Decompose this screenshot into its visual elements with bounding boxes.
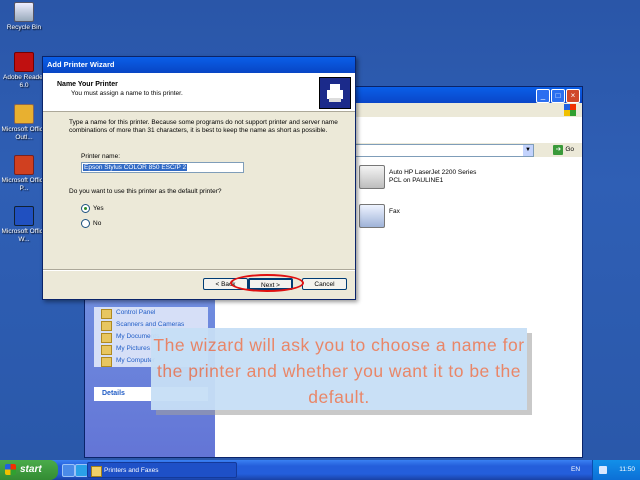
printer-name-value: Epson Stylus COLOR 850 ESC/P 2 — [83, 164, 188, 171]
wizard-heading: Name Your Printer — [57, 81, 118, 88]
radio-no[interactable]: No — [81, 219, 101, 228]
word-icon — [14, 206, 34, 226]
adobe-reader-icon — [14, 52, 34, 72]
wizard-subheading: You must assign a name to this printer. — [71, 90, 183, 97]
go-label: Go — [565, 146, 574, 153]
start-button[interactable]: start — [0, 460, 58, 480]
printer-wizard-icon — [319, 77, 351, 109]
outlook-icon — [14, 104, 34, 124]
recycle-bin-icon — [14, 2, 34, 22]
radio-yes[interactable]: Yes — [81, 204, 104, 213]
printer-icon — [359, 165, 385, 189]
language-indicator[interactable]: EN — [571, 460, 580, 480]
printer-folder-icon — [91, 466, 102, 477]
printer-item-fax[interactable]: Fax — [359, 204, 400, 228]
go-arrow-icon: ➔ — [553, 145, 564, 155]
default-printer-question: Do you want to use this printer as the d… — [69, 188, 222, 195]
printer-item-hp[interactable]: Auto HP LaserJet 2200 Series PCL on PAUL… — [359, 165, 477, 189]
wizard-divider — [43, 269, 355, 271]
cancel-button[interactable]: Cancel — [302, 278, 347, 290]
fax-icon — [359, 204, 385, 228]
adobe-reader-shortcut[interactable]: Adobe Reader 6.0 — [0, 52, 48, 90]
powerpoint-icon — [14, 155, 34, 175]
printer-name: Fax — [389, 208, 400, 215]
close-button[interactable]: × — [566, 89, 580, 103]
windows-flag-icon — [5, 464, 16, 475]
clock: 11:50 — [619, 466, 635, 473]
folder-icon — [101, 345, 112, 355]
wizard-instructions: Type a name for this printer. Because so… — [69, 119, 338, 134]
outlook-shortcut[interactable]: Microsoft Office Outl... — [0, 104, 48, 142]
show-desktop-icon[interactable] — [62, 464, 75, 477]
recycle-bin-shortcut[interactable]: Recycle Bin — [0, 2, 48, 32]
desktop-icon-label: Microsoft Office P... — [1, 177, 47, 192]
powerpoint-shortcut[interactable]: Microsoft Office P... — [0, 155, 48, 193]
taskbar: start Printers and Faxes EN 11:50 — [0, 460, 640, 480]
minimize-button[interactable]: _ — [536, 89, 550, 103]
desktop-icon-label: Recycle Bin — [6, 24, 42, 31]
printer-sub: PCL on PAULINE1 — [389, 177, 444, 184]
tutorial-caption: The wizard will ask you to choose a name… — [151, 328, 527, 410]
wizard-header: Name Your Printer You must assign a name… — [43, 73, 355, 112]
go-button[interactable]: ➔ Go — [553, 144, 574, 155]
add-printer-wizard-dialog: Add Printer Wizard Name Your Printer You… — [42, 56, 356, 300]
folder-icon — [101, 309, 112, 319]
tray-network-icon[interactable] — [599, 466, 607, 474]
folder-icon — [101, 321, 112, 331]
printer-name-input[interactable]: Epson Stylus COLOR 850 ESC/P 2 — [81, 162, 244, 173]
radio-unselected-icon — [81, 219, 90, 228]
taskbar-item-printers-and-faxes[interactable]: Printers and Faxes — [87, 462, 237, 478]
next-button-highlight-circle — [230, 274, 304, 292]
desktop-icon-label: Adobe Reader 6.0 — [3, 74, 45, 89]
desktop-icon-label: Microsoft Office Outl... — [1, 126, 47, 141]
printer-name: Auto HP LaserJet 2200 Series — [389, 169, 477, 176]
chevron-down-icon[interactable]: ▼ — [523, 145, 533, 156]
maximize-button[interactable]: □ — [551, 89, 565, 103]
printer-name-label: Printer name: — [81, 153, 121, 160]
computer-icon — [101, 357, 112, 367]
windows-logo-icon — [564, 104, 576, 116]
folder-icon — [101, 333, 112, 343]
radio-selected-icon — [81, 204, 90, 213]
system-tray: 11:50 — [592, 460, 640, 480]
other-place-control-panel[interactable]: Control Panel — [94, 307, 208, 319]
wizard-title[interactable]: Add Printer Wizard — [43, 57, 355, 73]
desktop-icon-label: Microsoft Office W... — [1, 228, 47, 243]
word-shortcut[interactable]: Microsoft Office W... — [0, 206, 48, 244]
